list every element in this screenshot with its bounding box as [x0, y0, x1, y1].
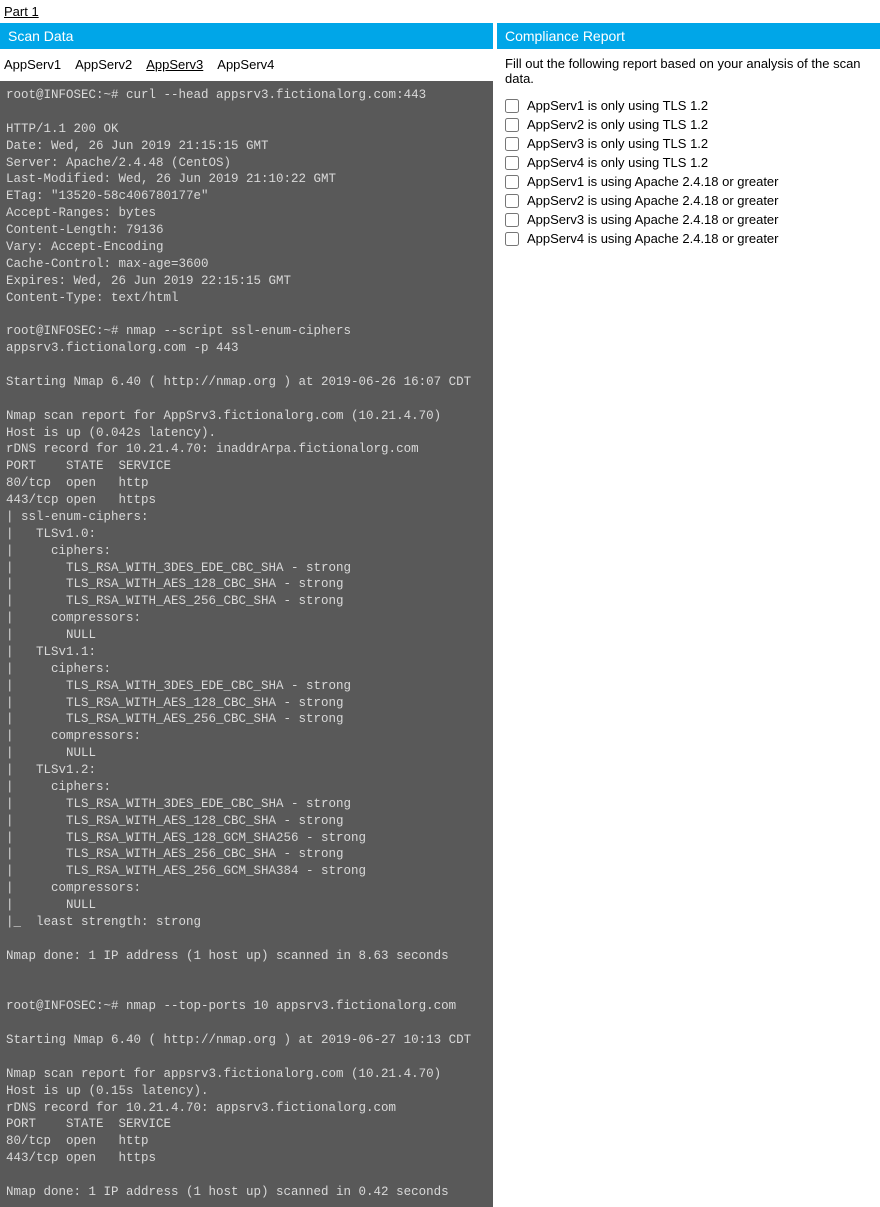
compliance-checkbox-1[interactable] — [505, 118, 519, 132]
compliance-checkbox-5[interactable] — [505, 194, 519, 208]
compliance-item: AppServ1 is only using TLS 1.2 — [505, 96, 872, 115]
compliance-item: AppServ3 is using Apache 2.4.18 or great… — [505, 210, 872, 229]
compliance-checklist: AppServ1 is only using TLS 1.2 AppServ2 … — [497, 96, 880, 248]
compliance-report-panel: Compliance Report Fill out the following… — [497, 23, 880, 1207]
compliance-item-label: AppServ1 is only using TLS 1.2 — [527, 98, 708, 113]
compliance-item: AppServ2 is using Apache 2.4.18 or great… — [505, 191, 872, 210]
compliance-checkbox-2[interactable] — [505, 137, 519, 151]
compliance-item-label: AppServ2 is using Apache 2.4.18 or great… — [527, 193, 779, 208]
scan-data-header: Scan Data — [0, 23, 493, 49]
main-two-column: Scan Data AppServ1 AppServ2 AppServ3 App… — [0, 23, 880, 1207]
compliance-checkbox-6[interactable] — [505, 213, 519, 227]
server-tabs: AppServ1 AppServ2 AppServ3 AppServ4 — [0, 49, 493, 81]
compliance-item-label: AppServ1 is using Apache 2.4.18 or great… — [527, 174, 779, 189]
terminal-output: root@INFOSEC:~# curl --head appsrv3.fict… — [0, 81, 493, 1207]
tab-appserv2[interactable]: AppServ2 — [75, 55, 132, 74]
tab-appserv3[interactable]: AppServ3 — [146, 55, 203, 74]
compliance-item: AppServ4 is using Apache 2.4.18 or great… — [505, 229, 872, 248]
compliance-item: AppServ4 is only using TLS 1.2 — [505, 153, 872, 172]
tab-appserv4[interactable]: AppServ4 — [217, 55, 274, 74]
part-link[interactable]: Part 1 — [0, 0, 43, 23]
compliance-checkbox-7[interactable] — [505, 232, 519, 246]
compliance-header: Compliance Report — [497, 23, 880, 49]
compliance-item-label: AppServ2 is only using TLS 1.2 — [527, 117, 708, 132]
compliance-item-label: AppServ3 is only using TLS 1.2 — [527, 136, 708, 151]
compliance-checkbox-0[interactable] — [505, 99, 519, 113]
compliance-instruction: Fill out the following report based on y… — [497, 49, 880, 96]
compliance-item: AppServ2 is only using TLS 1.2 — [505, 115, 872, 134]
compliance-item: AppServ3 is only using TLS 1.2 — [505, 134, 872, 153]
tab-appserv1[interactable]: AppServ1 — [4, 55, 61, 74]
compliance-item-label: AppServ3 is using Apache 2.4.18 or great… — [527, 212, 779, 227]
compliance-item: AppServ1 is using Apache 2.4.18 or great… — [505, 172, 872, 191]
compliance-checkbox-3[interactable] — [505, 156, 519, 170]
scan-data-panel: Scan Data AppServ1 AppServ2 AppServ3 App… — [0, 23, 493, 1207]
compliance-item-label: AppServ4 is using Apache 2.4.18 or great… — [527, 231, 779, 246]
compliance-item-label: AppServ4 is only using TLS 1.2 — [527, 155, 708, 170]
compliance-checkbox-4[interactable] — [505, 175, 519, 189]
